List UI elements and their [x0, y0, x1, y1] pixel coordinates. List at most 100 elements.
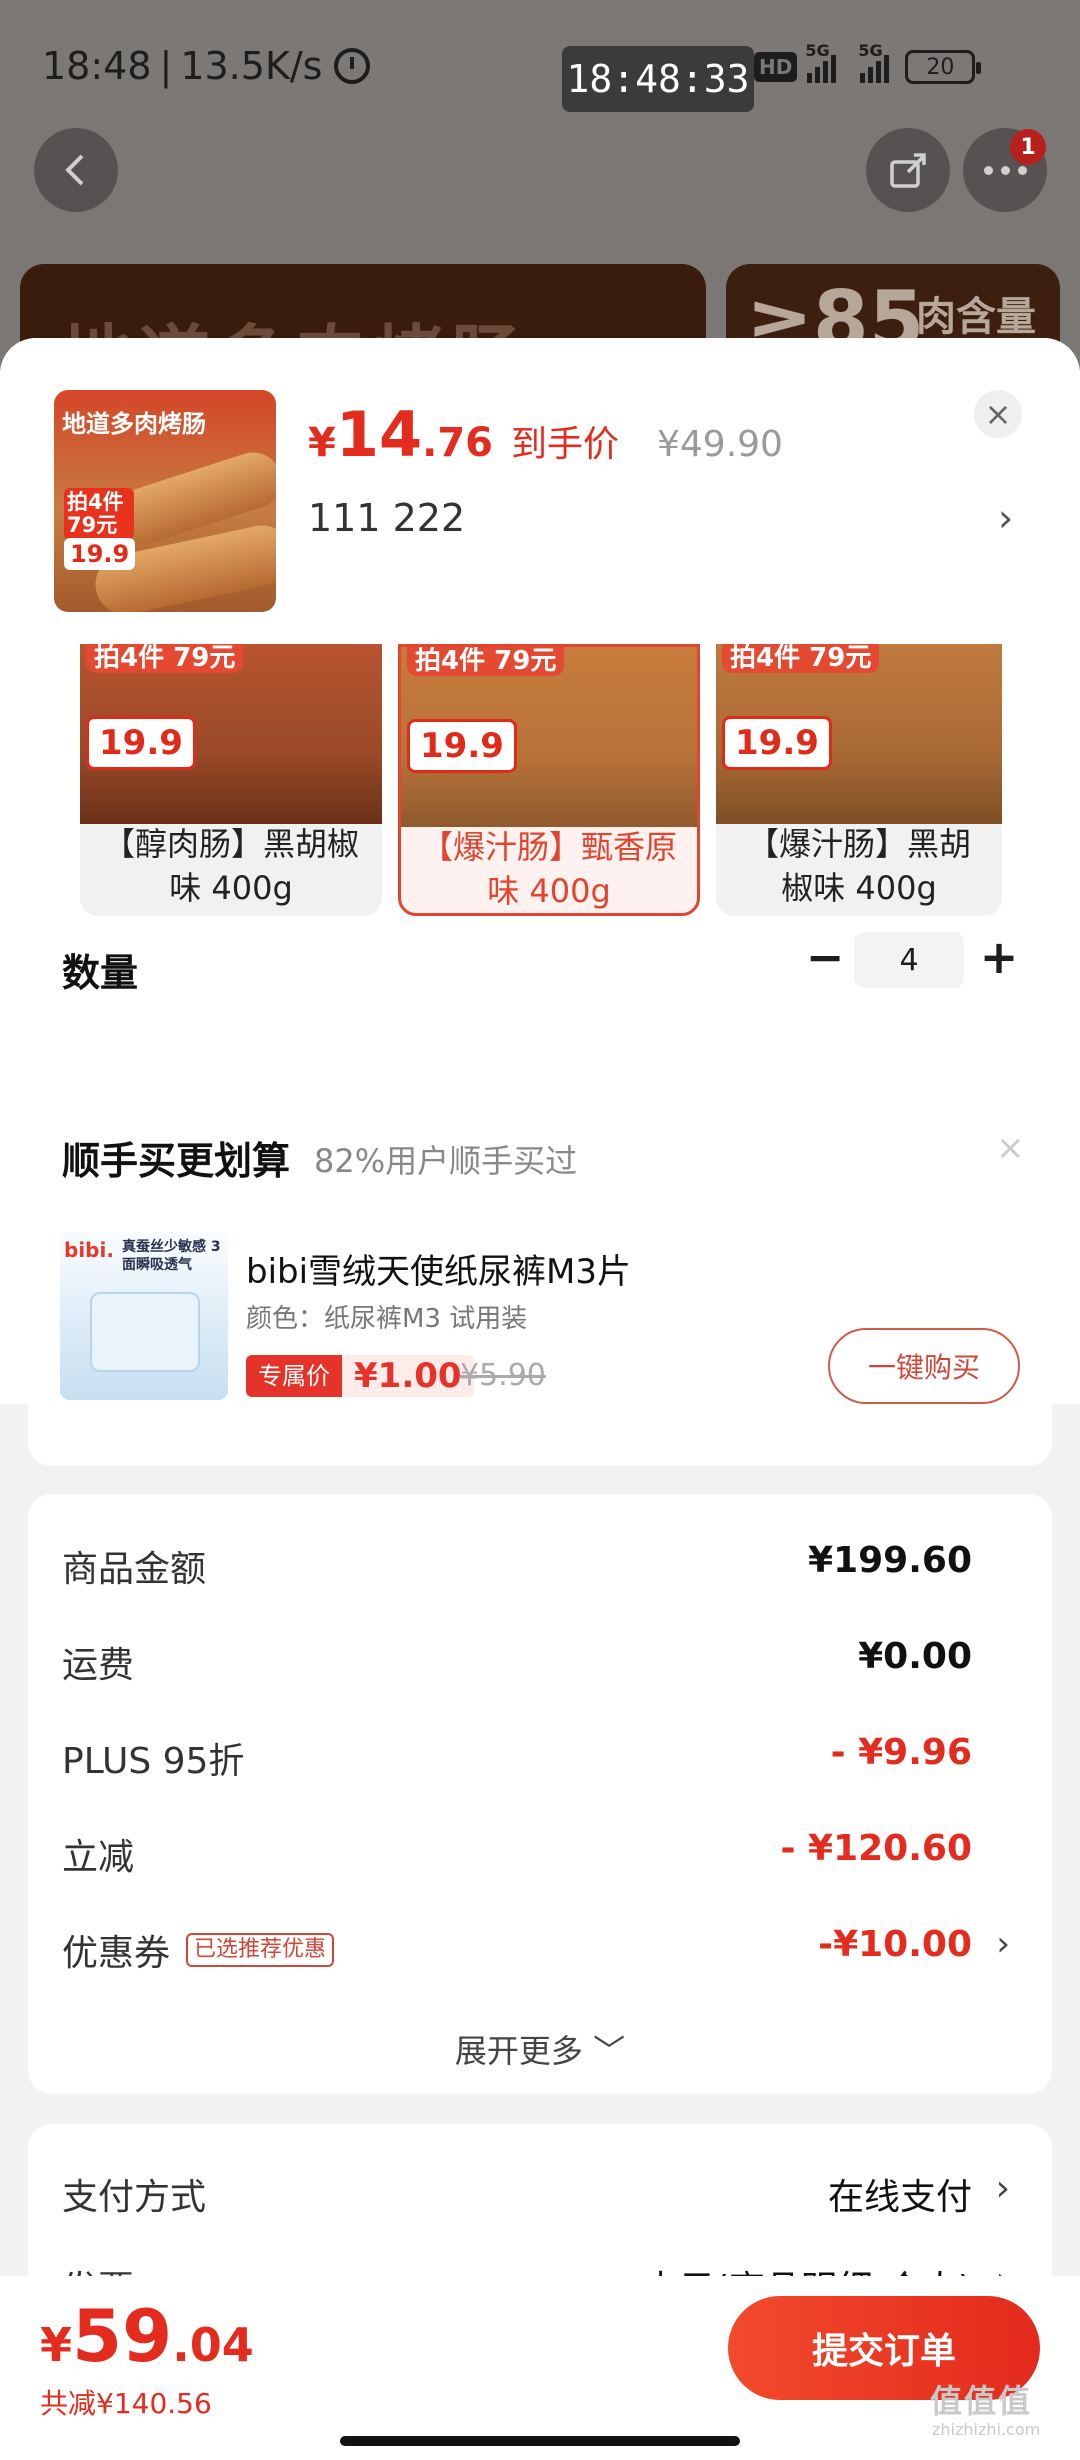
summary-row-subtotal: 商品金额 ¥199.60	[62, 1540, 1022, 1600]
price-integer: 14	[335, 398, 423, 471]
addon-product-image[interactable]: bibi. 真蚕丝少敏感 3面瞬吸透气	[60, 1232, 228, 1400]
summary-row-plus-discount: PLUS 95折 - ¥9.96	[62, 1732, 1022, 1792]
total-decimal: .04	[172, 2318, 254, 2372]
payment-label: 支付方式	[62, 2177, 207, 2218]
quantity-decrease-button[interactable]: −	[800, 930, 850, 984]
summary-label: PLUS 95折	[62, 1741, 245, 1782]
variant-option-3[interactable]: 拍4件 79元 19.9 【爆汁肠】黑胡椒味 400g	[716, 644, 1002, 916]
more-icon	[983, 165, 1027, 175]
status-left: 18:48 | 13.5K/s	[42, 44, 371, 88]
quantity-increase-button[interactable]: +	[974, 930, 1024, 984]
exclusive-price-label: 专属价	[246, 1355, 342, 1397]
background-banner-caption: 肉含量	[916, 294, 1036, 340]
total-currency: ¥	[40, 2318, 73, 2372]
variant-price: 19.9	[86, 716, 196, 770]
back-button[interactable]	[34, 128, 118, 212]
price-summary-card: 商品金额 ¥199.60 运费 ¥0.00 PLUS 95折 - ¥9.96 立…	[28, 1494, 1052, 2094]
summary-label: 运费	[62, 1645, 135, 1686]
summary-value: - ¥9.96	[830, 1732, 972, 1773]
coupon-label-group: 优惠券 已选推荐优惠	[62, 1924, 335, 1976]
summary-value: - ¥120.60	[780, 1828, 972, 1869]
variant-promo: 拍4件 79元	[86, 644, 244, 673]
quantity-input[interactable]: 4	[854, 932, 964, 988]
variant-label: 【爆汁肠】黑胡椒味 400g	[746, 825, 971, 907]
addon-product-spec: 颜色：纸尿裤M3 试用装	[246, 1304, 528, 1334]
sheet-header: 地道多肉烤肠 拍4件 79元 19.9 ¥ 14 .76 到手价 ¥49.90 …	[0, 338, 1080, 644]
chevron-left-icon	[65, 154, 84, 186]
close-icon: ×	[984, 395, 1012, 433]
status-right: HD 5G 5G 20	[754, 41, 982, 84]
variant-option-2[interactable]: 拍4件 79元 19.9 【爆汁肠】甄香原味 400g	[398, 644, 700, 916]
final-price: ¥ 14 .76 到手价 ¥49.90	[308, 398, 783, 471]
network-speed: 13.5K/s	[180, 44, 323, 88]
one-click-buy-button[interactable]: 一键购买	[828, 1328, 1020, 1404]
thumb-price: 19.9	[64, 538, 136, 570]
chevron-right-icon: ›	[995, 2168, 1010, 2209]
battery-level: 20	[926, 54, 955, 80]
addon-image-copy: 真蚕丝少敏感 3面瞬吸透气	[122, 1239, 221, 1274]
status-bar: 18:48 | 13.5K/s 18:48:33 HD 5G 5G 20	[0, 0, 1080, 130]
summary-row-coupon[interactable]: 优惠券 已选推荐优惠 -¥10.00 ›	[62, 1924, 1022, 1984]
home-indicator[interactable]	[340, 2436, 740, 2446]
battery-icon: 20	[905, 50, 982, 84]
total-price: ¥ 59 .04	[40, 2294, 254, 2378]
signal-icon-2: 5G	[858, 41, 890, 83]
variant-image: 拍4件 79元 19.9	[401, 647, 697, 827]
watermark-url: zhizhizhi.com	[932, 2420, 1041, 2439]
price-decimal: .76	[422, 420, 493, 466]
alarm-icon	[334, 48, 371, 84]
price-currency: ¥	[308, 420, 336, 466]
addon-card: 顺手买更划算 82%用户顺手买过 × bibi. 真蚕丝少敏感 3面瞬吸透气 b…	[28, 1094, 1052, 1466]
payment-value: 在线支付	[827, 2177, 972, 2218]
hd-icon: HD	[754, 52, 798, 82]
coupon-recommended-tag: 已选推荐优惠	[186, 1933, 335, 1967]
notification-badge: 1	[1010, 129, 1046, 165]
variant-price: 19.9	[722, 716, 832, 770]
diaper-pack-image	[90, 1292, 200, 1372]
network-type-1: 5G	[805, 41, 830, 60]
summary-value: -¥10.00	[818, 1924, 972, 1965]
summary-label: 立减	[62, 1837, 135, 1878]
addon-close-icon[interactable]: ×	[996, 1128, 1025, 1168]
share-button[interactable]	[866, 128, 950, 212]
checkout-bar: ¥ 59 .04 共减¥140.56 提交订单 值值值 zhizhizhi.co…	[0, 2276, 1080, 2460]
quantity-label: 数量	[62, 951, 139, 995]
variant-promo: 拍4件 79元	[722, 644, 880, 673]
addon-price-tag: 专属价 ¥1.00	[246, 1352, 474, 1400]
summary-label: 商品金额	[62, 1549, 207, 1590]
variant-price: 19.9	[407, 719, 517, 773]
status-time: 18:48	[42, 44, 152, 88]
network-type-2: 5G	[858, 41, 883, 60]
selected-spec[interactable]: 111 222	[308, 496, 465, 540]
variant-image: 拍4件 79元 19.9	[80, 644, 382, 824]
summary-value: ¥0.00	[858, 1636, 972, 1677]
share-icon	[890, 153, 926, 188]
variant-option-1[interactable]: 拍4件 79元 19.9 【醇肉肠】黑胡椒味 400g	[80, 644, 382, 916]
addon-price: ¥1.00	[342, 1355, 474, 1397]
summary-row-instant-discount: 立减 - ¥120.60	[62, 1828, 1022, 1888]
summary-row-shipping: 运费 ¥0.00	[62, 1636, 1022, 1696]
addon-brand: bibi.	[64, 1238, 114, 1262]
addon-product-name[interactable]: bibi雪绒天使纸尿裤M3片	[246, 1244, 631, 1293]
summary-value: ¥199.60	[808, 1540, 972, 1581]
price-label: 到手价	[510, 424, 619, 465]
order-sheet: 地道多肉烤肠 拍4件 79元 19.9 ¥ 14 .76 到手价 ¥49.90 …	[0, 338, 1080, 2460]
variant-promo: 拍4件 79元	[407, 647, 565, 676]
chevron-right-icon[interactable]: ›	[998, 496, 1013, 540]
addon-title: 顺手买更划算	[62, 1139, 291, 1183]
expand-more-button[interactable]: 展开更多 ﹀	[28, 2026, 1052, 2072]
variant-label: 【爆汁肠】甄香原味 400g	[420, 828, 677, 910]
addon-original-price: ¥5.90	[460, 1358, 546, 1393]
total-saved: 共减¥140.56	[40, 2387, 212, 2420]
variant-label: 【醇肉肠】黑胡椒味 400g	[102, 825, 359, 907]
status-separator: |	[159, 44, 173, 88]
thumb-title: 地道多肉烤肠	[62, 410, 206, 438]
signal-icon-1: 5G	[805, 41, 837, 83]
total-integer: 59	[72, 2294, 173, 2378]
close-button[interactable]: ×	[974, 390, 1022, 438]
summary-label: 优惠券	[62, 1933, 171, 1974]
variant-image: 拍4件 79元 19.9	[716, 644, 1002, 824]
screen-clock: 18:48:33	[562, 46, 754, 112]
original-price: ¥49.90	[657, 424, 783, 465]
addon-subtitle: 82%用户顺手买过	[314, 1142, 578, 1180]
